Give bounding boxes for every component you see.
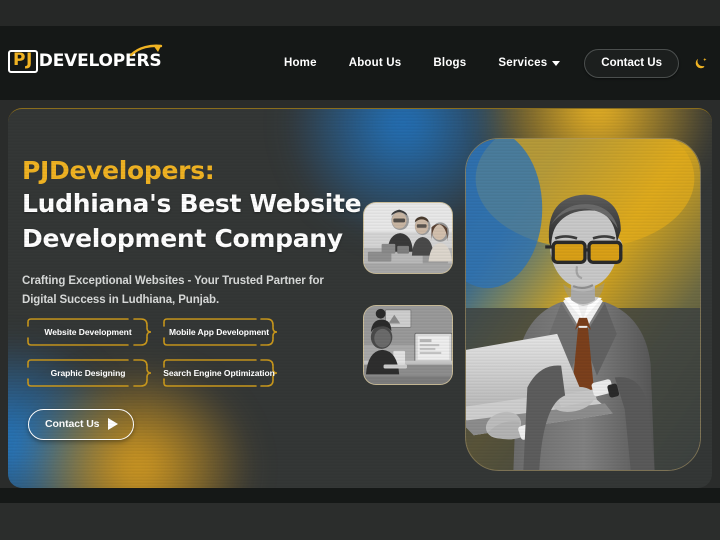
hero-contact-us-button[interactable]: Contact Us: [28, 409, 135, 440]
hero-subtitle: Crafting Exceptional Websites - Your Tru…: [22, 275, 324, 306]
chevron-down-icon: [552, 61, 561, 66]
section-divider-dark: [0, 488, 720, 503]
logo-pj-text: PJ: [13, 50, 33, 70]
browser-top-strip: [0, 0, 720, 26]
businessman-with-laptop-photo: [466, 139, 700, 470]
service-chip-website-development[interactable]: Website Development: [24, 317, 152, 347]
crescent-moon-icon: [695, 57, 707, 68]
logo-developers-text: DEVELOPERS: [38, 50, 162, 71]
hero-title-line-1: Ludhiana's Best Website: [22, 188, 362, 218]
theme-toggle-button[interactable]: [693, 56, 708, 71]
site-logo[interactable]: PJ DEVELOPERS: [8, 44, 163, 76]
nav-item-about-us-label: About Us: [348, 57, 402, 69]
hero-title-highlight: PJDevelopers:: [22, 156, 215, 185]
nav-item-about-us[interactable]: About Us: [333, 57, 418, 69]
service-chip-label: Website Development: [44, 327, 132, 337]
nav-item-home-label: Home: [283, 57, 317, 69]
nav-item-services-label: Services: [498, 57, 548, 69]
hero-panel: PJDevelopers: Ludhiana's Best Website De…: [8, 108, 712, 488]
team-collaboration-photo: [364, 203, 452, 273]
service-chip-search-engine-optimization[interactable]: Search Engine Optimization: [160, 358, 278, 388]
photo-card-developer[interactable]: [363, 305, 453, 385]
next-section-band: [0, 503, 720, 540]
nav-item-home[interactable]: Home: [268, 57, 333, 69]
service-chip-mobile-app-development[interactable]: Mobile App Development: [160, 317, 278, 347]
nav-item-blogs-label: Blogs: [433, 57, 467, 69]
service-chip-group: Website Development Mobile App Developme…: [24, 317, 304, 399]
hero-heading: PJDevelopers: Ludhiana's Best Website De…: [22, 157, 367, 255]
service-chip-row-1: Website Development Mobile App Developme…: [24, 317, 304, 347]
service-chip-row-2: Graphic Designing Search Engine Optimiza…: [24, 358, 304, 388]
service-chip-label: Mobile App Development: [168, 327, 270, 337]
nav-item-services[interactable]: Services: [482, 57, 576, 69]
hero-main-image: [465, 138, 701, 471]
nav-item-blogs[interactable]: Blogs: [417, 57, 482, 69]
main-navigation: Home About Us Blogs Services Contact Us: [268, 46, 720, 80]
service-chip-graphic-designing[interactable]: Graphic Designing: [24, 358, 152, 388]
service-chip-label: Search Engine Optimization: [163, 368, 275, 378]
service-chip-label: Graphic Designing: [50, 368, 126, 378]
hero-title-line-2: Development Company: [22, 223, 343, 253]
photo-card-team[interactable]: [363, 202, 453, 274]
nav-contact-us-button[interactable]: Contact Us: [584, 48, 679, 78]
hero-contact-us-label: Contact Us: [45, 418, 100, 430]
logo-bracket: PJ: [8, 49, 38, 73]
developer-at-desk-photo: [364, 306, 452, 384]
play-arrow-icon: [108, 418, 119, 430]
